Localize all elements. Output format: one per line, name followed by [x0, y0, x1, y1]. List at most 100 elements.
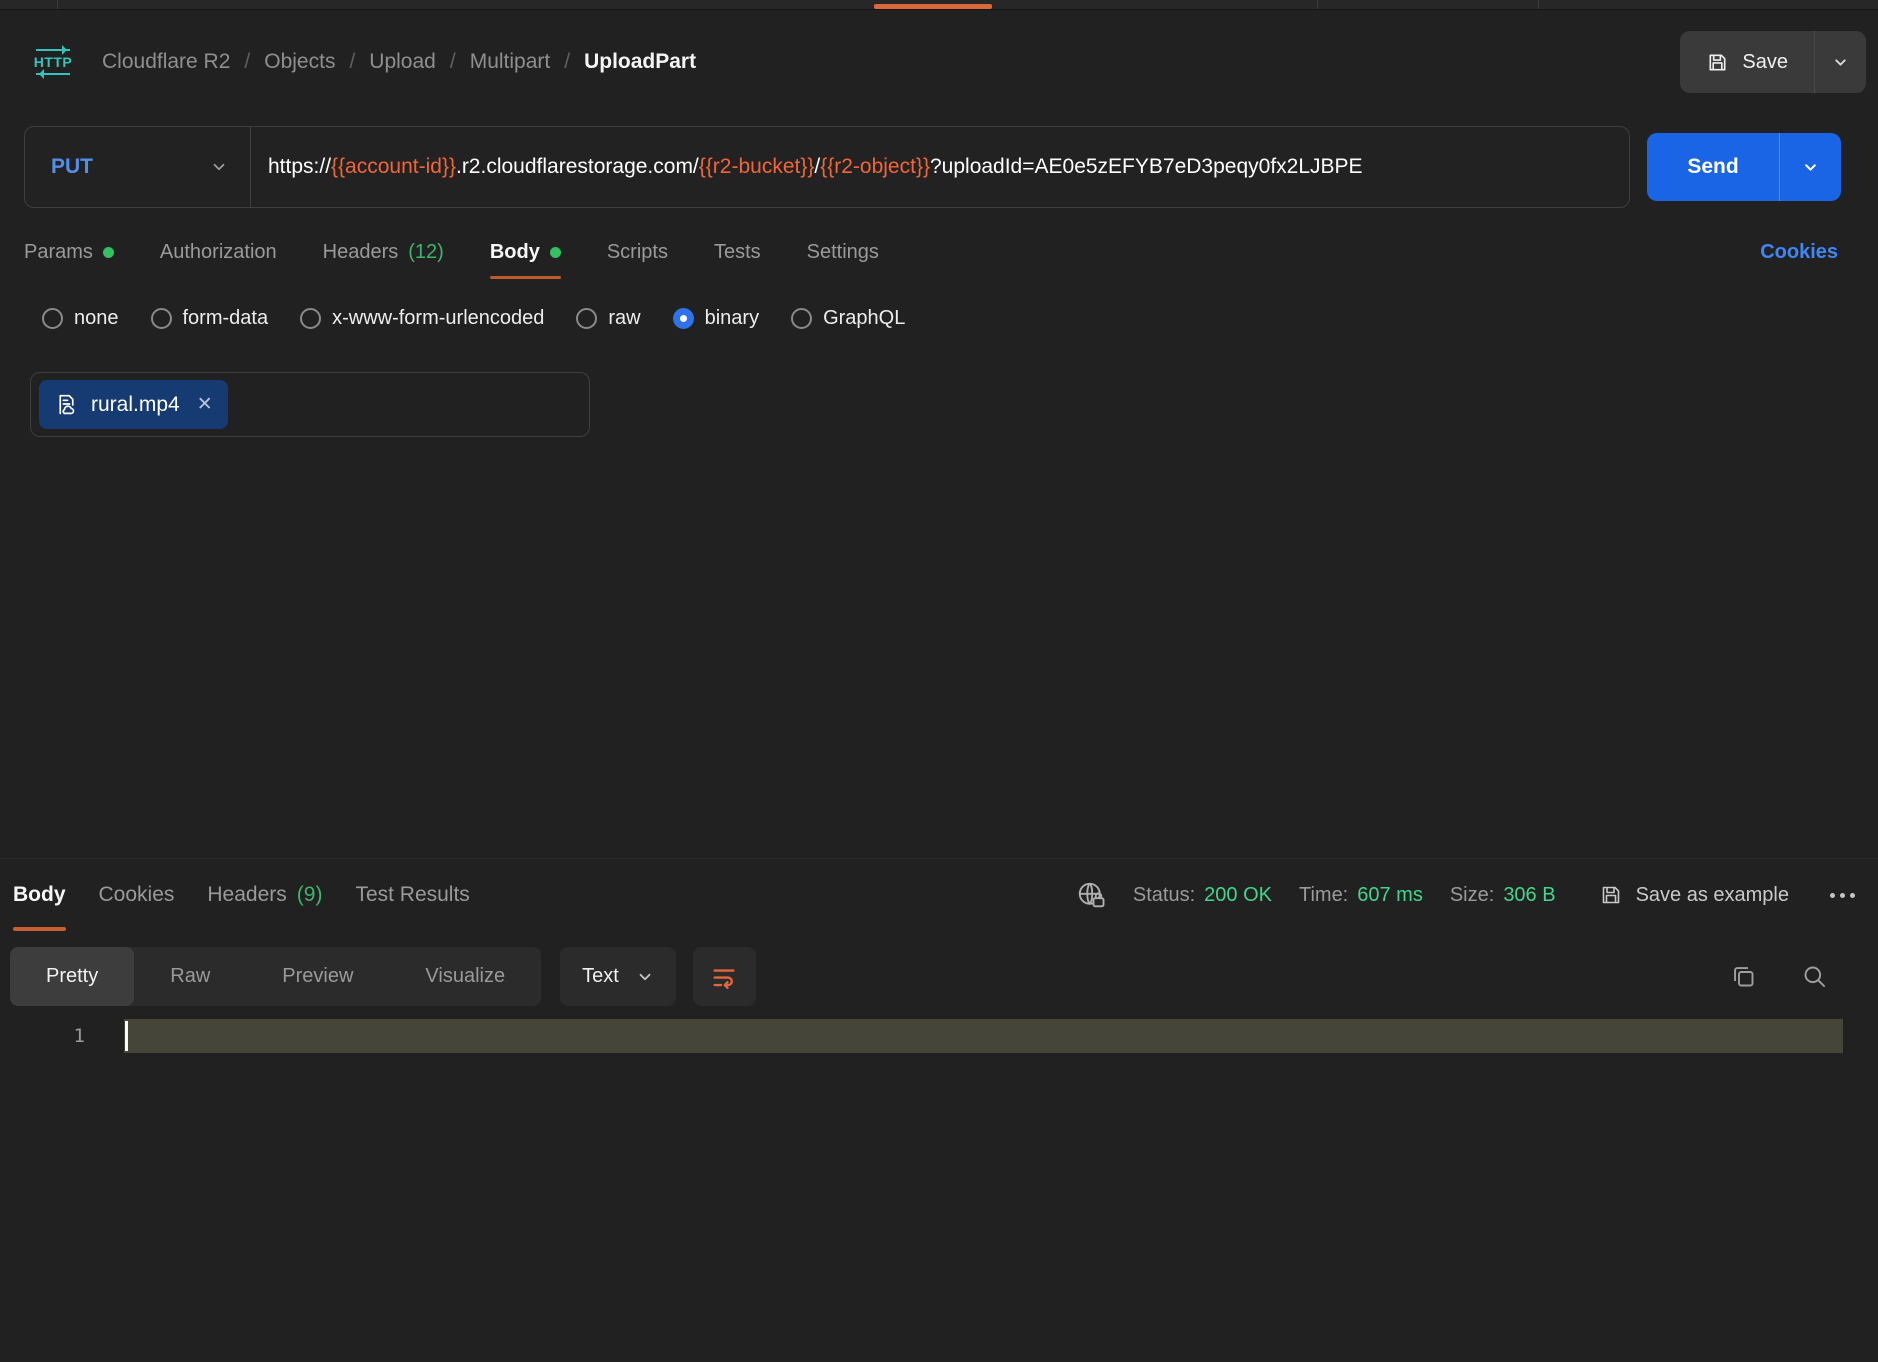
save-button-group: Save: [1680, 31, 1866, 93]
tab-count: (12): [408, 241, 444, 264]
stat-value: 306 B: [1503, 884, 1555, 907]
file-chip[interactable]: rural.mp4 ✕: [39, 380, 228, 429]
tab-label: Test Results: [355, 883, 469, 907]
floppy-icon: [1599, 883, 1623, 907]
stat-label: Size:: [1450, 884, 1494, 907]
app-window: HTTP Cloudflare R2 / Objects / Upload / …: [0, 0, 1878, 1362]
active-code-line[interactable]: [124, 1019, 1843, 1053]
response-view-tab[interactable]: Visualize: [389, 947, 541, 1006]
breadcrumb-item[interactable]: Upload: [369, 50, 436, 74]
request-tab[interactable]: Settings: [807, 214, 879, 290]
search-response-button[interactable]: [1801, 963, 1828, 990]
response-toolbar: Pretty Raw Preview Visualize Text: [10, 947, 1828, 1006]
body-mode-option[interactable]: GraphQL: [791, 307, 905, 330]
tab-bar-strip: [0, 0, 1878, 10]
send-options-button[interactable]: [1779, 133, 1841, 201]
radio-icon[interactable]: [791, 308, 812, 329]
tab-divider: [57, 0, 58, 9]
stat-value: 607 ms: [1357, 884, 1423, 907]
url-segment: {{r2-bucket}}: [699, 155, 815, 178]
wrap-lines-button[interactable]: [693, 947, 756, 1006]
body-mode-label: GraphQL: [823, 307, 905, 330]
chevron-down-icon: [1802, 159, 1819, 176]
request-tab[interactable]: Scripts: [607, 214, 668, 290]
chevron-down-icon: [636, 968, 654, 986]
response-header: Body Cookies Headers (9) Test Res: [0, 859, 1878, 931]
radio-icon[interactable]: [673, 308, 694, 329]
wrap-text-icon: [710, 963, 738, 991]
text-cursor: [125, 1021, 128, 1051]
request-header: HTTP Cloudflare R2 / Objects / Upload / …: [0, 10, 1878, 114]
response-view-tab[interactable]: Raw: [134, 947, 246, 1006]
stat-label: Time:: [1299, 884, 1348, 907]
url-segment: {{r2-object}}: [820, 155, 930, 178]
tab-dot: [103, 247, 114, 258]
request-tab[interactable]: Params: [24, 214, 114, 290]
response-tab[interactable]: Headers (9): [207, 859, 322, 931]
save-button[interactable]: Save: [1680, 31, 1814, 93]
tab-label: Headers: [323, 241, 399, 264]
response-tab[interactable]: Body: [13, 859, 66, 931]
remove-file-icon[interactable]: ✕: [197, 395, 213, 414]
arrow-right-icon: [36, 49, 70, 51]
request-tabs: Params Authorization Headers (12): [24, 214, 879, 290]
tab-label: Scripts: [607, 241, 668, 264]
network-globe-icon[interactable]: [1076, 880, 1106, 910]
url-bar: PUT https://{{account-id}}.r2.cloudflare…: [24, 126, 1630, 208]
save-options-button[interactable]: [1814, 31, 1866, 93]
body-mode-option[interactable]: x-www-form-urlencoded: [300, 307, 544, 330]
binary-file-input[interactable]: rural.mp4 ✕: [30, 372, 590, 437]
stat-pair: Time: 607 ms: [1299, 884, 1423, 907]
breadcrumb-item[interactable]: Objects: [264, 50, 335, 74]
breadcrumb-item[interactable]: Multipart: [470, 50, 551, 74]
body-mode-option[interactable]: none: [42, 307, 119, 330]
breadcrumb-separator: /: [244, 50, 250, 74]
tab-label: Cookies: [99, 883, 175, 907]
response-body-editor[interactable]: 1: [0, 1019, 1878, 1053]
tab-label: Body: [13, 883, 66, 907]
tab-count: (9): [297, 883, 323, 907]
tab-dot: [550, 247, 561, 258]
save-as-example-label: Save as example: [1636, 884, 1789, 907]
http-icon-label: HTTP: [34, 55, 73, 69]
format-select[interactable]: Text: [560, 947, 676, 1006]
response-tabs: Body Cookies Headers (9) Test Res: [13, 859, 470, 931]
request-tab[interactable]: Headers (12): [323, 214, 444, 290]
request-tab[interactable]: Authorization: [160, 214, 277, 290]
radio-icon[interactable]: [300, 308, 321, 329]
file-name: rural.mp4: [91, 393, 180, 417]
response-view-tab[interactable]: Preview: [246, 947, 389, 1006]
response-view-tab[interactable]: Pretty: [10, 947, 134, 1006]
breadcrumb-current: UploadPart: [584, 50, 696, 74]
url-input[interactable]: https://{{account-id}}.r2.cloudflarestor…: [251, 155, 1629, 179]
more-options-icon[interactable]: [1828, 887, 1857, 904]
cookies-link[interactable]: Cookies: [1760, 241, 1838, 264]
body-mode-option[interactable]: binary: [673, 307, 759, 330]
url-segment: .r2.cloudflarestorage.com/: [456, 155, 699, 178]
radio-icon[interactable]: [151, 308, 172, 329]
tab-label: Headers: [207, 883, 286, 907]
send-button-group: Send: [1647, 133, 1841, 201]
body-mode-label: form-data: [183, 307, 269, 330]
body-mode-option[interactable]: form-data: [151, 307, 269, 330]
chevron-down-icon: [1832, 54, 1849, 71]
stat-value: 200 OK: [1204, 884, 1272, 907]
copy-response-button[interactable]: [1730, 963, 1757, 990]
file-upload-icon: [54, 392, 79, 417]
breadcrumb-item[interactable]: Cloudflare R2: [102, 50, 230, 74]
body-mode-label: none: [74, 307, 119, 330]
http-request-icon: HTTP: [30, 49, 76, 75]
send-button[interactable]: Send: [1647, 133, 1779, 201]
method-select[interactable]: PUT: [25, 127, 250, 207]
body-mode-option[interactable]: raw: [576, 307, 640, 330]
response-tab[interactable]: Test Results: [355, 859, 469, 931]
radio-icon[interactable]: [576, 308, 597, 329]
save-as-example-button[interactable]: Save as example: [1599, 883, 1789, 907]
body-mode-label: raw: [608, 307, 640, 330]
response-tab[interactable]: Cookies: [99, 859, 175, 931]
radio-icon[interactable]: [42, 308, 63, 329]
request-tab[interactable]: Tests: [714, 214, 761, 290]
url-segment: {{account-id}}: [331, 155, 456, 178]
request-tab[interactable]: Body: [490, 214, 561, 290]
copy-icon: [1730, 963, 1757, 990]
